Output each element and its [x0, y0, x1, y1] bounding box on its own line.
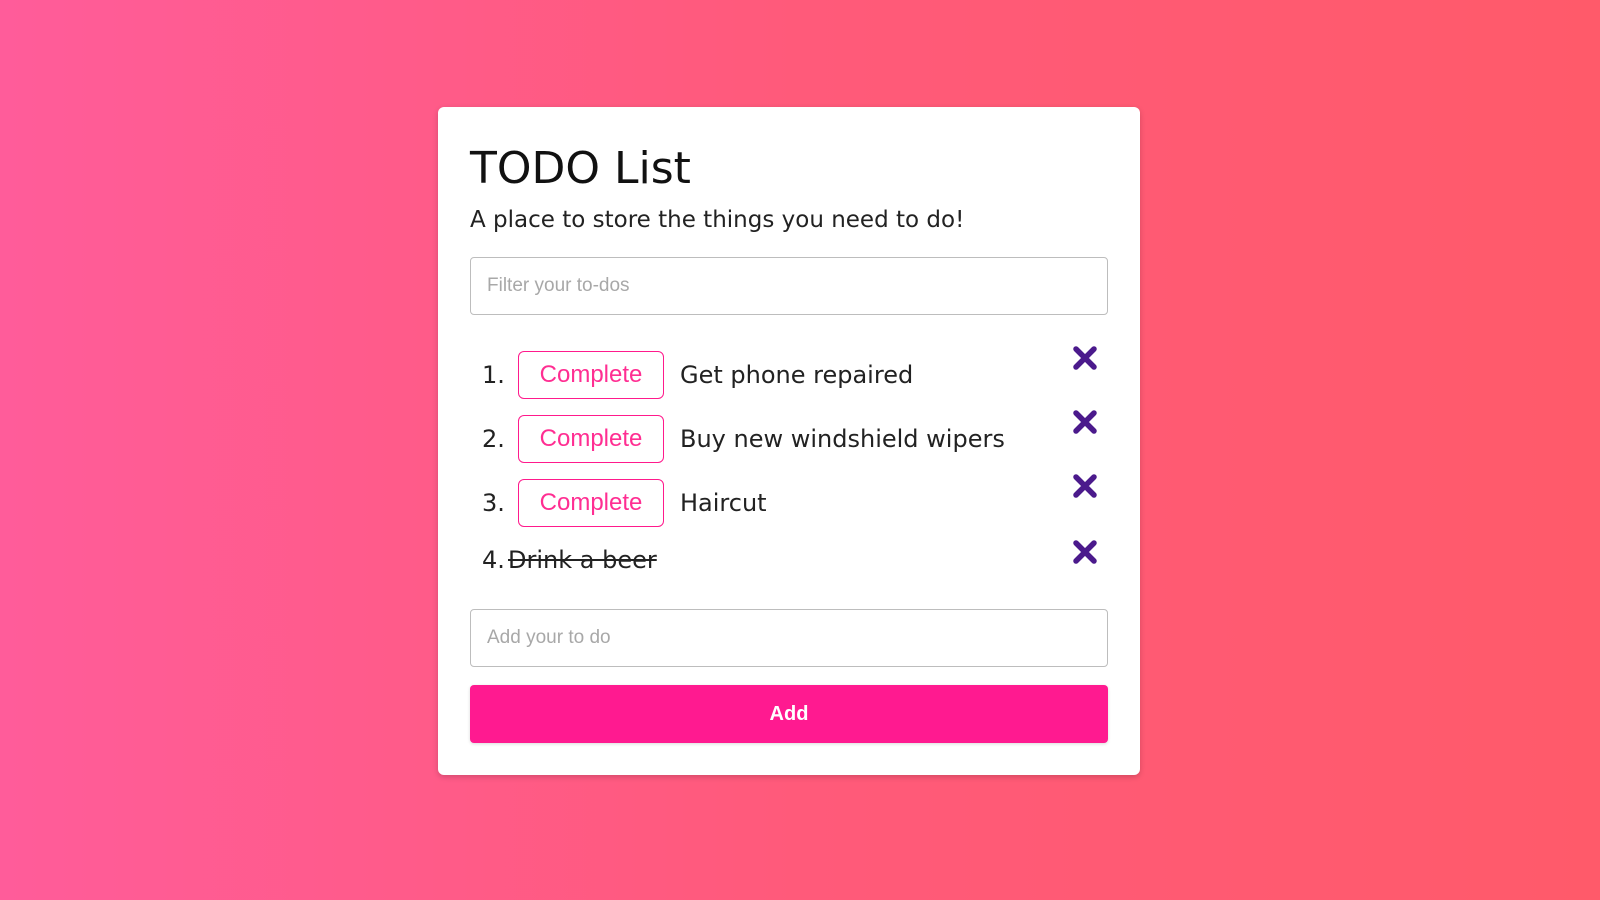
delete-button[interactable] [1068, 405, 1102, 439]
todo-card: TODO List A place to store the things yo… [438, 107, 1140, 775]
add-todo-input[interactable] [470, 609, 1108, 667]
todo-item: 3. Complete Haircut [470, 471, 1108, 535]
delete-button[interactable] [1068, 469, 1102, 503]
todo-number: 2. [482, 425, 505, 453]
todo-number: 1. [482, 361, 505, 389]
todo-list: 1. Complete Get phone repaired 2. Comple… [470, 343, 1108, 585]
complete-button[interactable]: Complete [518, 415, 664, 463]
close-icon [1073, 540, 1097, 564]
todo-text: Buy new windshield wipers [680, 425, 1005, 453]
todo-item: 2. Complete Buy new windshield wipers [470, 407, 1108, 471]
todo-item: 1. Complete Get phone repaired [470, 343, 1108, 407]
todo-text: Get phone repaired [680, 361, 914, 389]
todo-item-completed: 4. Drink a beer [470, 535, 1108, 585]
page-title: TODO List [470, 143, 691, 194]
close-icon [1073, 346, 1097, 370]
todo-number: 4. [482, 546, 505, 574]
close-icon [1073, 410, 1097, 434]
page-subtitle: A place to store the things you need to … [470, 207, 965, 233]
delete-button[interactable] [1068, 341, 1102, 375]
todo-text: Haircut [680, 489, 767, 517]
complete-button[interactable]: Complete [518, 351, 664, 399]
todo-text-completed: Drink a beer [508, 546, 657, 574]
delete-button[interactable] [1068, 535, 1102, 569]
todo-number: 3. [482, 489, 505, 517]
close-icon [1073, 474, 1097, 498]
filter-input[interactable] [470, 257, 1108, 315]
add-button[interactable]: Add [470, 685, 1108, 743]
complete-button[interactable]: Complete [518, 479, 664, 527]
